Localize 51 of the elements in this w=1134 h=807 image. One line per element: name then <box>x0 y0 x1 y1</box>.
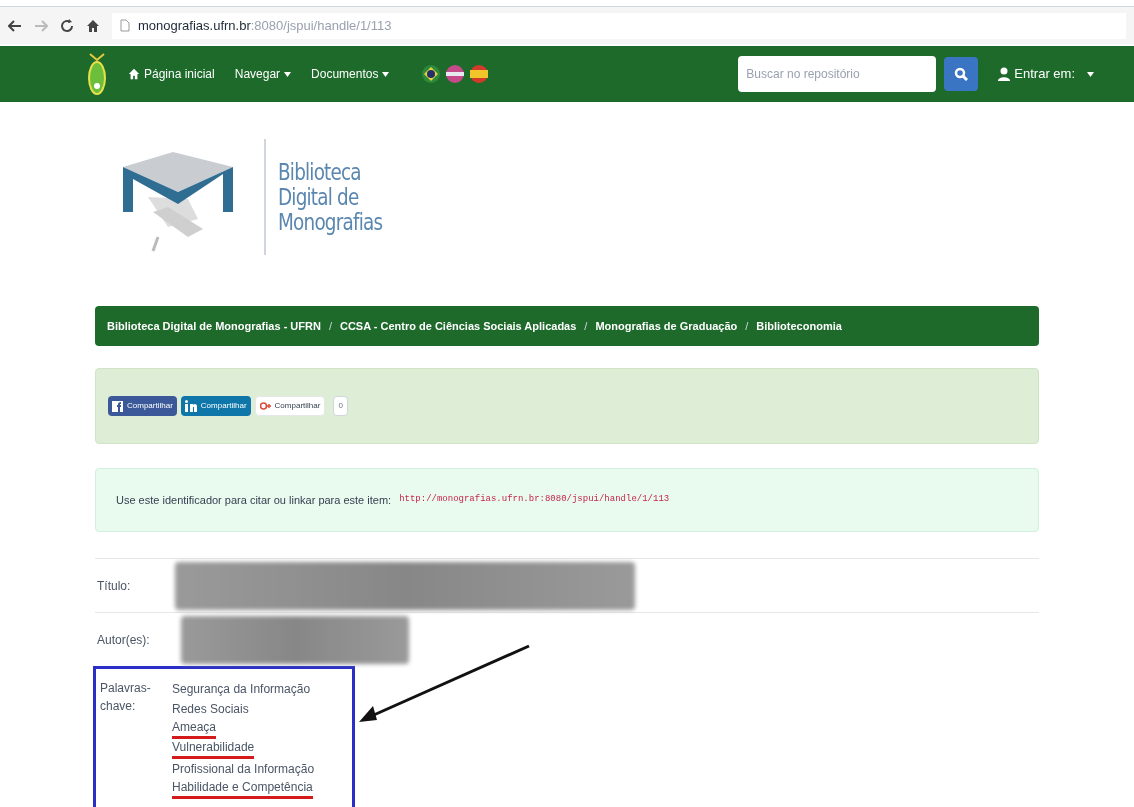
flag-icon[interactable] <box>469 64 490 84</box>
nav-menu[interactable]: Documentos <box>311 65 390 83</box>
logo-text: Digital de <box>278 184 360 210</box>
field-label: Autor(es): <box>96 631 151 649</box>
identifier-text: Use este identificador para citar ou linkar para este item: <box>116 492 392 508</box>
caret-icon <box>284 71 292 77</box>
field-label: Palavras-chave: <box>100 680 152 715</box>
search-icon <box>954 67 969 81</box>
facebook-share-button[interactable]: Compartilhar <box>108 396 177 416</box>
separator-text: / <box>745 318 749 334</box>
keyword-link[interactable]: Redes Sociais <box>172 699 249 719</box>
google-plus-icon <box>259 402 271 410</box>
search-button[interactable] <box>944 57 979 91</box>
caret-icon <box>1087 71 1094 77</box>
home-icon <box>128 68 140 80</box>
breadcrumb-link[interactable]: Monografias de Graduação <box>595 317 738 335</box>
nav-menu[interactable]: Navegar <box>234 65 292 83</box>
flag-icon[interactable] <box>445 64 466 84</box>
separator-text: / <box>328 318 332 334</box>
field-label: Título: <box>96 577 132 595</box>
search-field[interactable]: Buscar no repositório <box>738 56 937 92</box>
breadcrumb-link[interactable]: Biblioteconomia <box>756 317 842 335</box>
share-count: 0 <box>333 396 348 416</box>
breadcrumb-link[interactable]: Biblioteca Digital de Monografias - UFRN <box>107 317 321 335</box>
address-bar[interactable]: monografias.ufrn.br:8080/jspui/handle/1/113 <box>112 12 1126 39</box>
home-icon[interactable] <box>86 18 100 33</box>
keyword-link[interactable]: Ameaça <box>172 719 217 739</box>
keyword-link[interactable]: Segurança da Informação <box>172 679 311 699</box>
user-icon <box>998 67 1011 81</box>
keyword-link[interactable]: Profissional da Informação <box>172 759 315 779</box>
keyword-link[interactable]: Vulnerabilidade <box>172 739 255 759</box>
logo-text: Biblioteca <box>278 159 362 185</box>
keyword-link[interactable]: Habilidade e Competência <box>172 779 313 799</box>
linkedin-icon <box>184 400 197 412</box>
breadcrumb-link[interactable]: CCSA - Centro de Ciências Sociais Aplicadas <box>339 317 577 335</box>
facebook-icon <box>112 400 123 412</box>
flag-icon[interactable] <box>421 64 442 84</box>
google-share-button[interactable]: Compartilhar <box>254 396 326 416</box>
url-path: :8080/jspui/handle/1/113 <box>250 17 392 33</box>
logo-text: Monografias <box>278 209 383 235</box>
login-menu[interactable]: Entrar em: <box>998 64 1094 84</box>
page-icon <box>120 19 130 32</box>
linkedin-share-button[interactable]: Compartilhar <box>180 396 251 416</box>
back-icon[interactable] <box>8 19 22 32</box>
reload-icon[interactable] <box>60 18 74 33</box>
crest-icon[interactable] <box>86 50 108 98</box>
caret-icon <box>382 71 390 77</box>
separator-text: / <box>584 318 588 334</box>
home-link[interactable]: Página inicial <box>128 65 215 83</box>
url-text: monografias.ufrn.br <box>138 17 251 33</box>
identifier-link[interactable]: http://monografias.ufrn.br:8080/jspui/handle/1/113 <box>399 493 670 507</box>
